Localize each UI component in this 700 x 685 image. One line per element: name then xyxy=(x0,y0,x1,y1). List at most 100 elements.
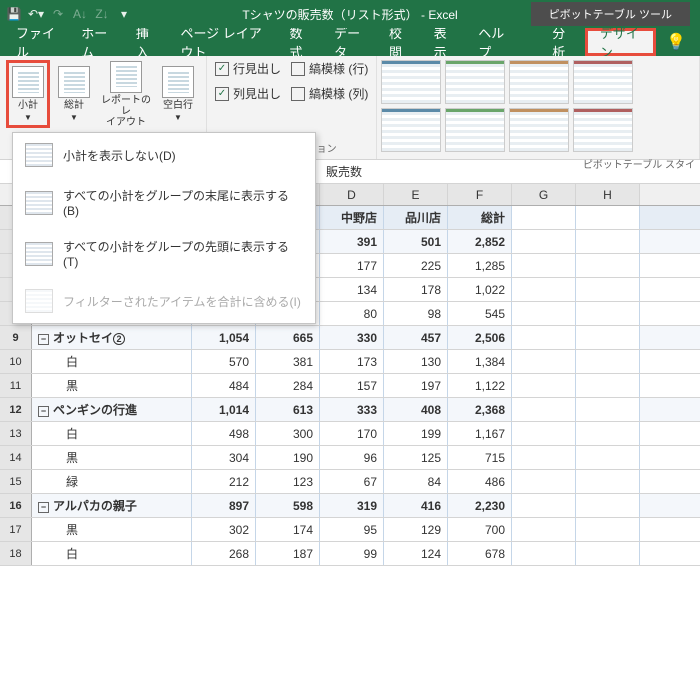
report-layout-button[interactable]: レポートのレ イアウト xyxy=(98,60,154,128)
cell[interactable]: 177 xyxy=(320,254,384,277)
tab-data[interactable]: データ xyxy=(322,28,377,56)
cell[interactable] xyxy=(576,326,640,349)
col-header-e[interactable]: E xyxy=(384,184,448,205)
cell[interactable]: 212 xyxy=(192,470,256,493)
cell[interactable]: 416 xyxy=(384,494,448,517)
cell[interactable]: 319 xyxy=(320,494,384,517)
cell[interactable]: 123 xyxy=(256,470,320,493)
row-header[interactable]: 9 xyxy=(0,326,32,349)
banded-cols-checkbox[interactable]: 縞模様 (列) xyxy=(291,85,368,102)
cell[interactable]: 330 xyxy=(320,326,384,349)
cell[interactable]: 199 xyxy=(384,422,448,445)
cell[interactable] xyxy=(512,494,576,517)
cell[interactable]: 190 xyxy=(256,446,320,469)
tab-analyze[interactable]: 分析 xyxy=(540,28,585,56)
row-header[interactable]: 14 xyxy=(0,446,32,469)
tab-file[interactable]: ファイル xyxy=(4,28,69,56)
cell[interactable]: 2,230 xyxy=(448,494,512,517)
row-label[interactable]: 緑 xyxy=(32,470,192,493)
cell[interactable] xyxy=(512,398,576,421)
cell[interactable]: 170 xyxy=(320,422,384,445)
cell[interactable]: 484 xyxy=(192,374,256,397)
tab-design[interactable]: デザイン xyxy=(585,28,656,56)
row-label[interactable]: 白 xyxy=(32,542,192,565)
cell[interactable]: 304 xyxy=(192,446,256,469)
cell[interactable]: 134 xyxy=(320,278,384,301)
cell[interactable]: 486 xyxy=(448,470,512,493)
cell[interactable]: 1,167 xyxy=(448,422,512,445)
cell[interactable]: 268 xyxy=(192,542,256,565)
cell[interactable]: 1,122 xyxy=(448,374,512,397)
cell[interactable]: 333 xyxy=(320,398,384,421)
cell[interactable]: 130 xyxy=(384,350,448,373)
col-header-g[interactable]: G xyxy=(512,184,576,205)
cell[interactable] xyxy=(512,350,576,373)
row-label[interactable]: −アルパカの親子 xyxy=(32,494,192,517)
tab-home[interactable]: ホーム xyxy=(69,28,124,56)
cell[interactable]: 80 xyxy=(320,302,384,325)
row-header[interactable]: 12 xyxy=(0,398,32,421)
cell[interactable] xyxy=(576,278,640,301)
cell[interactable] xyxy=(512,302,576,325)
tab-formulas[interactable]: 数式 xyxy=(278,28,323,56)
cell[interactable]: 197 xyxy=(384,374,448,397)
banded-rows-checkbox[interactable]: 縞模様 (行) xyxy=(291,60,368,77)
cell[interactable]: 1,054 xyxy=(192,326,256,349)
row-label[interactable]: 黒 xyxy=(32,446,192,469)
tab-pagelayout[interactable]: ページ レイアウト xyxy=(168,28,277,56)
subtotals-button[interactable]: 小計 ▼ xyxy=(6,60,50,128)
cell[interactable]: 665 xyxy=(256,326,320,349)
menu-hide-subtotals[interactable]: 小計を表示しない(D) xyxy=(13,133,315,177)
collapse-icon[interactable]: − xyxy=(38,406,49,417)
cell[interactable]: 125 xyxy=(384,446,448,469)
row-label[interactable]: 白 xyxy=(32,422,192,445)
tab-insert[interactable]: 挿入 xyxy=(124,28,169,56)
cell[interactable]: 187 xyxy=(256,542,320,565)
collapse-icon[interactable]: − xyxy=(38,502,49,513)
cell[interactable]: 381 xyxy=(256,350,320,373)
sort-desc-icon[interactable]: Z↓ xyxy=(94,6,110,22)
cell[interactable] xyxy=(512,254,576,277)
cell[interactable]: 1,022 xyxy=(448,278,512,301)
blank-rows-button[interactable]: 空白行 ▼ xyxy=(156,60,200,128)
cell[interactable] xyxy=(512,230,576,253)
cell[interactable] xyxy=(512,446,576,469)
cell[interactable] xyxy=(576,374,640,397)
cell[interactable]: 67 xyxy=(320,470,384,493)
cell[interactable] xyxy=(576,206,640,229)
cell[interactable]: 2,368 xyxy=(448,398,512,421)
col-header-h[interactable]: H xyxy=(576,184,640,205)
cell[interactable] xyxy=(512,206,576,229)
save-icon[interactable]: 💾 xyxy=(6,6,22,22)
cell[interactable]: 391 xyxy=(320,230,384,253)
cell[interactable] xyxy=(576,518,640,541)
cell[interactable]: 1,384 xyxy=(448,350,512,373)
cell[interactable]: 225 xyxy=(384,254,448,277)
cell[interactable]: 99 xyxy=(320,542,384,565)
row-header[interactable]: 11 xyxy=(0,374,32,397)
cell[interactable]: 1,285 xyxy=(448,254,512,277)
cell[interactable] xyxy=(576,542,640,565)
cell[interactable]: 178 xyxy=(384,278,448,301)
cell[interactable]: 613 xyxy=(256,398,320,421)
cell[interactable]: 501 xyxy=(384,230,448,253)
row-header[interactable]: 15 xyxy=(0,470,32,493)
col-header-d[interactable]: D xyxy=(320,184,384,205)
cell[interactable]: 300 xyxy=(256,422,320,445)
col-headers-checkbox[interactable]: ✓列見出し xyxy=(215,85,281,102)
col-nakano[interactable]: 中野店 xyxy=(320,206,384,229)
cell[interactable]: 897 xyxy=(192,494,256,517)
row-headers-checkbox[interactable]: ✓行見出し xyxy=(215,60,281,77)
col-header-f[interactable]: F xyxy=(448,184,512,205)
row-label[interactable]: −ペンギンの行進 xyxy=(32,398,192,421)
cell[interactable]: 2,852 xyxy=(448,230,512,253)
style-swatch[interactable] xyxy=(445,60,505,104)
cell[interactable] xyxy=(576,422,640,445)
cell[interactable] xyxy=(512,422,576,445)
cell[interactable]: 84 xyxy=(384,470,448,493)
cell[interactable]: 498 xyxy=(192,422,256,445)
cell[interactable]: 570 xyxy=(192,350,256,373)
cell[interactable] xyxy=(512,518,576,541)
row-header[interactable]: 10 xyxy=(0,350,32,373)
cell[interactable] xyxy=(576,230,640,253)
